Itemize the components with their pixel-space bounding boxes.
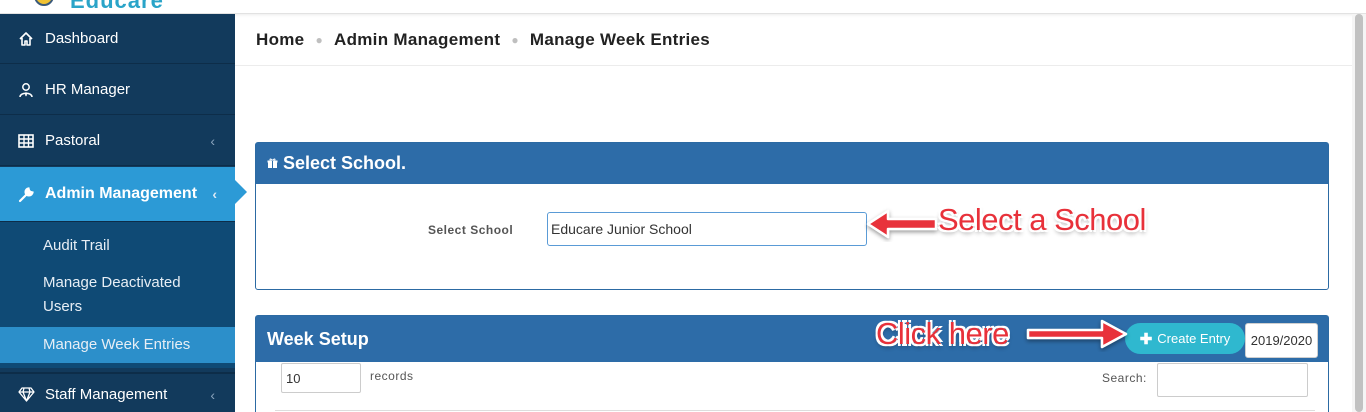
sidebar: Dashboard HR Manager Pastoral ‹ Admin Ma… bbox=[0, 14, 247, 412]
panel-title: Select School. bbox=[283, 153, 407, 173]
select-school-dropdown[interactable]: Educare Junior School bbox=[547, 212, 867, 246]
submenu-item-audit-trail[interactable]: Audit Trail bbox=[0, 234, 235, 258]
diamond-icon bbox=[17, 387, 35, 402]
breadcrumb-admin-management[interactable]: Admin Management bbox=[334, 30, 500, 50]
sidebar-item-admin-management[interactable]: Admin Management ‹ bbox=[0, 167, 247, 222]
select-school-label: Select School bbox=[428, 223, 514, 237]
select-school-panel: Select School. Select School Educare Jun… bbox=[255, 142, 1329, 290]
sidebar-item-staff-management[interactable]: Staff Management ‹ bbox=[0, 372, 235, 412]
breadcrumb-separator: ● bbox=[315, 33, 323, 47]
academic-year-selector[interactable]: 2019/2020 bbox=[1245, 323, 1318, 358]
create-entry-button[interactable]: ✚ Create Entry bbox=[1125, 323, 1245, 354]
user-tie-icon bbox=[17, 82, 35, 98]
chevron-down-icon: ‹ bbox=[212, 186, 217, 202]
breadcrumb-divider bbox=[235, 65, 1366, 66]
week-setup-panel: Week Setup ✚ Create Entry 2019/2020 10 r… bbox=[255, 315, 1329, 412]
gift-icon bbox=[267, 158, 278, 169]
breadcrumb: Home ● Admin Management ● Manage Week En… bbox=[256, 30, 710, 50]
annotation-arrow-right-icon bbox=[1026, 319, 1128, 349]
chevron-left-icon: ‹ bbox=[210, 132, 215, 149]
breadcrumb-separator: ● bbox=[511, 33, 519, 47]
submenu-item-manage-week-entries[interactable]: Manage Week Entries bbox=[0, 327, 235, 363]
sidebar-item-hr-manager[interactable]: HR Manager bbox=[0, 65, 235, 115]
annotation-click-here: Click here bbox=[876, 316, 1009, 351]
logo-icon bbox=[34, 0, 54, 6]
panel-title: Week Setup bbox=[267, 328, 369, 349]
sidebar-item-label: Staff Management bbox=[45, 386, 168, 403]
sidebar-item-label: Admin Management bbox=[45, 185, 198, 202]
wrench-icon bbox=[17, 186, 35, 203]
sidebar-item-label: Dashboard bbox=[45, 30, 119, 47]
home-icon bbox=[17, 31, 35, 47]
sidebar-item-dashboard[interactable]: Dashboard bbox=[0, 14, 235, 64]
table-icon bbox=[17, 133, 35, 148]
table-top-border bbox=[275, 410, 1315, 411]
records-label: records bbox=[370, 369, 414, 383]
chevron-left-icon: ‹ bbox=[210, 386, 215, 403]
plus-icon: ✚ bbox=[1139, 330, 1153, 348]
sidebar-item-label: HR Manager bbox=[45, 81, 131, 98]
breadcrumb-home[interactable]: Home bbox=[256, 30, 304, 50]
annotation-select-school: Select a School bbox=[938, 202, 1146, 237]
submenu-item-manage-deactivated-users[interactable]: Manage Deactivated Users bbox=[0, 271, 200, 319]
admin-submenu: Audit Trail Manage Deactivated Users Man… bbox=[0, 222, 235, 368]
search-input[interactable] bbox=[1157, 363, 1308, 397]
top-navbar: Educare bbox=[0, 0, 1366, 14]
records-per-page-select[interactable]: 10 bbox=[281, 363, 361, 393]
panel-header: Select School. bbox=[256, 143, 1328, 184]
search-label: Search: bbox=[1102, 371, 1147, 385]
breadcrumb-current: Manage Week Entries bbox=[529, 30, 711, 49]
scrollbar-thumb[interactable] bbox=[1355, 14, 1363, 412]
app-logo-text: Educare bbox=[70, 0, 164, 13]
create-entry-label: Create Entry bbox=[1157, 331, 1231, 346]
page-scrollbar[interactable] bbox=[1352, 14, 1366, 412]
annotation-arrow-left-icon bbox=[866, 209, 938, 239]
sidebar-item-pastoral[interactable]: Pastoral ‹ bbox=[0, 116, 235, 166]
sidebar-item-label: Pastoral bbox=[45, 132, 101, 149]
